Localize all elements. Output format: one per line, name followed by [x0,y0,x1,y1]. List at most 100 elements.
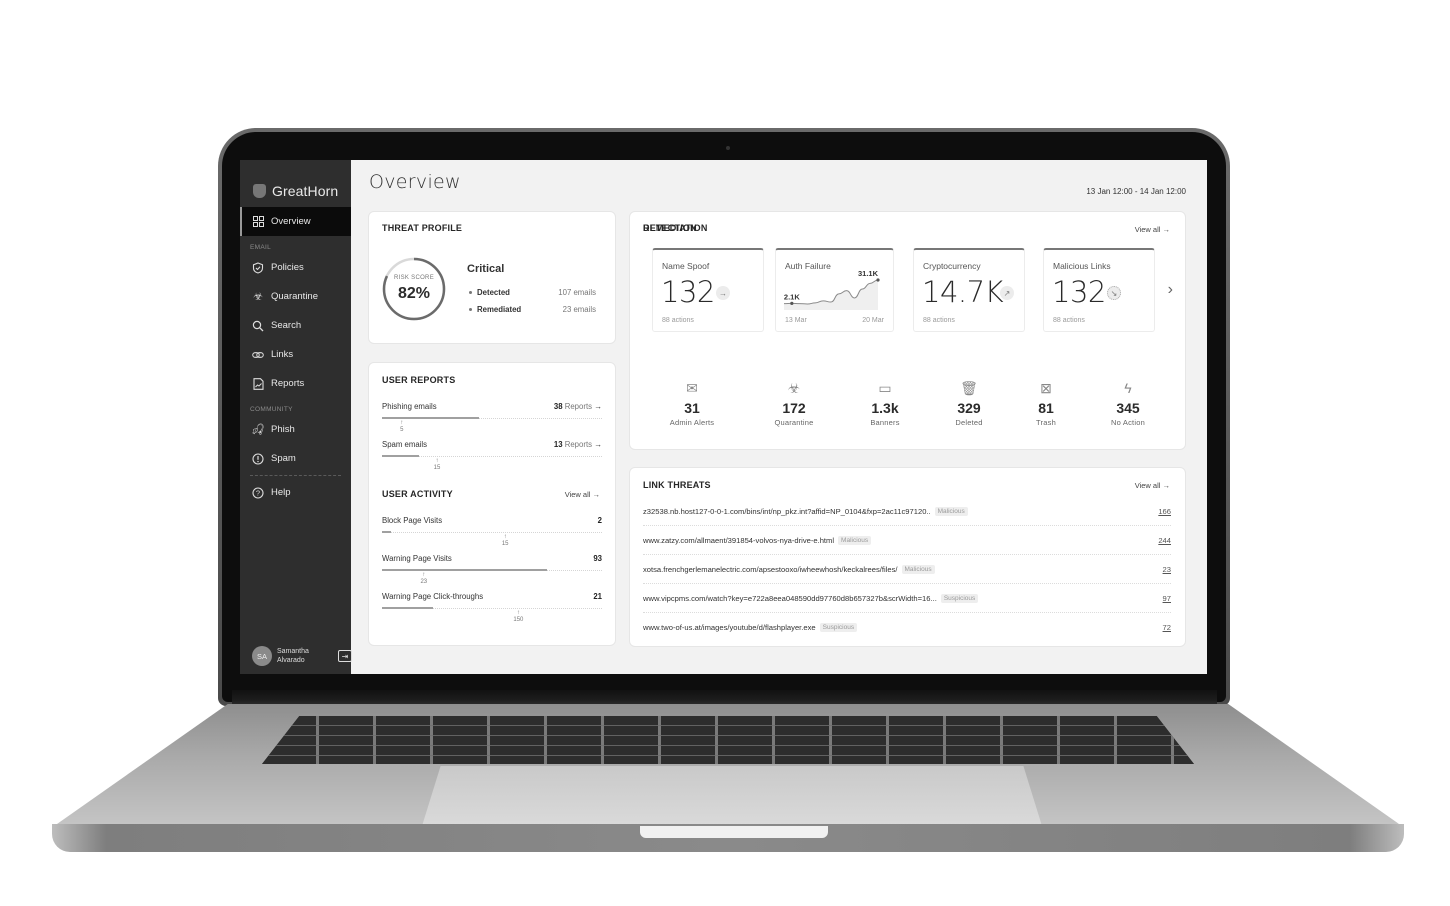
phishing-emails-metric[interactable]: Phishing emails 38 Reports → ↑ 5 [382,402,602,433]
sidebar-item-reports[interactable]: Reports [240,369,351,398]
link-threat-row[interactable]: xotsa.frenchgerlemanelectric.com/apsesto… [643,555,1171,584]
detection-tile-malicious-links[interactable]: Malicious Links 132 ↘ 88 actions [1043,248,1155,332]
sidebar-item-policies[interactable]: Policies [240,253,351,282]
card-title: THREAT PROFILE [382,223,463,233]
link-count[interactable]: 72 [1163,623,1171,632]
user-activity-title: USER ACTIVITY [382,489,453,499]
biohazard-icon: ☣ [253,291,263,303]
mail-alert-icon: ✉ [686,380,698,396]
sidebar-item-label: Search [271,320,302,331]
greathorn-logo-icon [253,183,266,198]
arrow-right-icon: → [1162,225,1171,234]
sidebar-item-label: Help [271,487,291,498]
user-activity-view-all[interactable]: View all → [565,490,600,499]
sidebar-item-label: Reports [271,378,305,389]
link-threat-row[interactable]: www.zatzy.com/allmaent/391854-volvos-nya… [643,526,1171,555]
sidebar-item-search[interactable]: Search [240,311,351,340]
threat-status: Critical [467,263,505,275]
metric-bar: ↑ 15 [382,531,602,547]
remediation-trash[interactable]: ⊠ 81 Trash [1006,379,1086,427]
threat-badge: Malicious [838,535,872,545]
remediation-label: Admin Alerts [669,418,715,427]
metric-marker: ↑ 15 [501,534,509,547]
brand-name: GreatHorn [272,182,339,199]
metric-marker: ↑ 5 [400,420,404,433]
link-count[interactable]: 166 [1158,507,1171,516]
sidebar-item-overview[interactable]: Overview [240,207,351,236]
warning-page-clickthroughs-metric[interactable]: Warning Page Click-throughs 21 ↑ 150 [382,592,602,623]
chevron-right-icon[interactable]: › [1168,281,1173,299]
user-reports-card: USER REPORTS Phishing emails 38 Reports … [368,362,616,646]
metric-bar-fill [382,455,420,457]
detection-tile-cryptocurrency[interactable]: Cryptocurrency 14.7K ↗ 88 actions [913,248,1025,332]
risk-score-label: RISK SCORE [393,275,434,281]
marker-value: 5 [400,427,404,433]
remediation-label: Banners [870,418,900,427]
archive-x-icon: ⊠ [1040,380,1052,396]
card-title: LINK THREATS [643,480,711,490]
metric-value: 93 [593,554,602,563]
sidebar-item-links[interactable]: Links [240,340,351,369]
sparkline-end-label: 31.1K [858,270,879,278]
nav-divider [250,475,341,476]
metric-label: Spam emails [382,440,428,449]
link-threat-row[interactable]: z32538.nb.host127-0-0-1.com/bins/int/np_… [643,497,1171,526]
detected-row: Detected 107 emails [469,288,596,297]
report-icon [252,377,264,390]
metric-marker: ↑ 15 [433,458,441,471]
link-url[interactable]: www.two-of-us.at/images/youtube/d/flashp… [643,623,816,632]
link-url[interactable]: www.zatzy.com/allmaent/391854-volvos-nya… [643,536,834,545]
remediation-admin-alerts[interactable]: ✉ 31 Admin Alerts [652,379,732,427]
metric-bar: ↑ 23 [382,569,602,585]
tile-title: Cryptocurrency [923,261,981,271]
block-page-visits-metric[interactable]: Block Page Visits 2 ↑ 15 [382,516,602,547]
logout-icon[interactable]: ⇥ [338,650,352,662]
metric-unit: Reports [564,402,593,411]
remediation-title: REMEDIATION [643,223,708,233]
arrow-right-icon: → [592,490,601,499]
brand[interactable]: GreatHorn [240,160,351,206]
user-profile[interactable]: SA Samantha Alvarado ⇥ [252,646,352,666]
remediation-no-action[interactable]: ϟ 345 No Action [1088,379,1168,427]
threat-badge: Suspicious [819,623,858,632]
remediation-label: Deleted [955,418,983,427]
link-count[interactable]: 23 [1163,565,1171,574]
keyboard-rows [262,716,1194,764]
threat-badge: Malicious [934,506,968,516]
tile-sub: 88 actions [923,317,955,324]
threat-badge: Suspicious [940,593,979,603]
detection-tile-auth-failure[interactable]: Auth Failure 2.1K 31.1K 13 Mar 20 Mar [775,248,894,332]
remediation-banners[interactable]: ▭ 1.3k Banners [845,379,925,427]
tile-value: 14.7K [922,275,1004,309]
link-url[interactable]: xotsa.frenchgerlemanelectric.com/apsesto… [643,565,898,574]
link-threat-row[interactable]: www.vipcpms.com/watch?key=e722a8eea04859… [643,584,1171,613]
remediation-value: 1.3k [871,400,899,416]
nav-section-community: COMMUNITY [250,406,293,413]
link-count[interactable]: 244 [1158,536,1171,545]
link-url[interactable]: www.vipcpms.com/watch?key=e722a8eea04859… [643,594,937,603]
link-threats-view-all[interactable]: View all → [1135,481,1170,490]
detection-tile-name-spoof[interactable]: Name Spoof 132 → 88 actions [652,248,764,332]
warning-page-visits-metric[interactable]: Warning Page Visits 93 ↑ 23 [382,554,602,585]
sidebar-item-quarantine[interactable]: ☣ Quarantine [240,282,351,311]
remediation-value: 345 [1116,400,1140,416]
tile-title: Name Spoof [662,261,710,271]
remediation-quarantine[interactable]: ☣ 172 Quarantine [754,379,834,427]
trackpad [422,766,1042,826]
risk-score-value: 82% [397,285,431,302]
link-url[interactable]: z32538.nb.host127-0-0-1.com/bins/int/np_… [643,507,931,516]
sidebar-item-help[interactable]: ? Help [240,478,351,507]
view-all-label: View all [1134,481,1161,490]
sparkline-start-label: 2.1K [784,292,800,301]
sidebar-item-spam[interactable]: Spam [240,444,351,473]
remediation-deleted[interactable]: 🗑︎ 329 Deleted [929,379,1009,427]
date-range-picker[interactable]: 13 Jan 12:00 - 14 Jan 12:00 [1086,187,1186,196]
auth-failure-sparkline: 2.1K 31.1K [784,270,880,310]
detection-view-all[interactable]: View all → [1135,225,1170,234]
sidebar-item-phish[interactable]: 🎣︎ Phish [240,415,351,444]
threat-badge: Malicious [901,564,935,574]
link-threat-row[interactable]: www.two-of-us.at/images/youtube/d/flashp… [643,613,1171,642]
hook-icon: 🎣︎ [251,424,265,436]
spam-emails-metric[interactable]: Spam emails 13 Reports → ↑ 15 [382,440,602,471]
link-count[interactable]: 97 [1163,594,1171,603]
